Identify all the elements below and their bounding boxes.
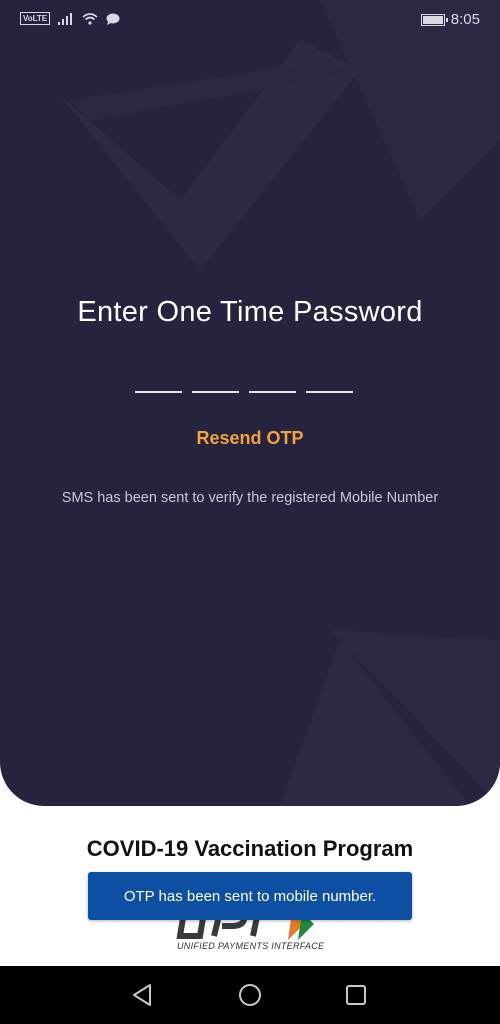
- battery-icon: [420, 13, 448, 26]
- signal-icon: [58, 12, 73, 25]
- sms-info-text: SMS has been sent to verify the register…: [61, 490, 439, 506]
- otp-digit-2[interactable]: [192, 391, 239, 393]
- volte-badge: VoLTE: [20, 12, 51, 25]
- otp-input-group[interactable]: [135, 391, 353, 393]
- toast-message: OTP has been sent to mobile number.: [88, 872, 412, 920]
- otp-digit-1[interactable]: [135, 391, 182, 393]
- resend-otp-button[interactable]: Resend OTP: [0, 428, 500, 449]
- navigation-bar: [0, 966, 500, 1024]
- status-bar: VoLTE 8:05: [0, 0, 500, 40]
- back-icon[interactable]: [130, 982, 156, 1008]
- chat-icon: [106, 13, 120, 25]
- wifi-icon: [82, 12, 98, 25]
- watermark-logo-icon: [60, 0, 500, 806]
- otp-digit-4[interactable]: [306, 391, 353, 393]
- otp-digit-3[interactable]: [249, 391, 296, 393]
- status-time: 8:05: [450, 11, 480, 28]
- home-icon[interactable]: [237, 982, 263, 1008]
- recents-icon[interactable]: [343, 982, 369, 1008]
- program-title: COVID-19 Vaccination Program: [86, 836, 414, 861]
- page-title: Enter One Time Password: [77, 296, 423, 328]
- upi-tagline: UNIFIED PAYMENTS INTERFACE: [177, 941, 325, 951]
- otp-panel: VoLTE 8:05 Enter One Time Password Resen…: [0, 0, 500, 806]
